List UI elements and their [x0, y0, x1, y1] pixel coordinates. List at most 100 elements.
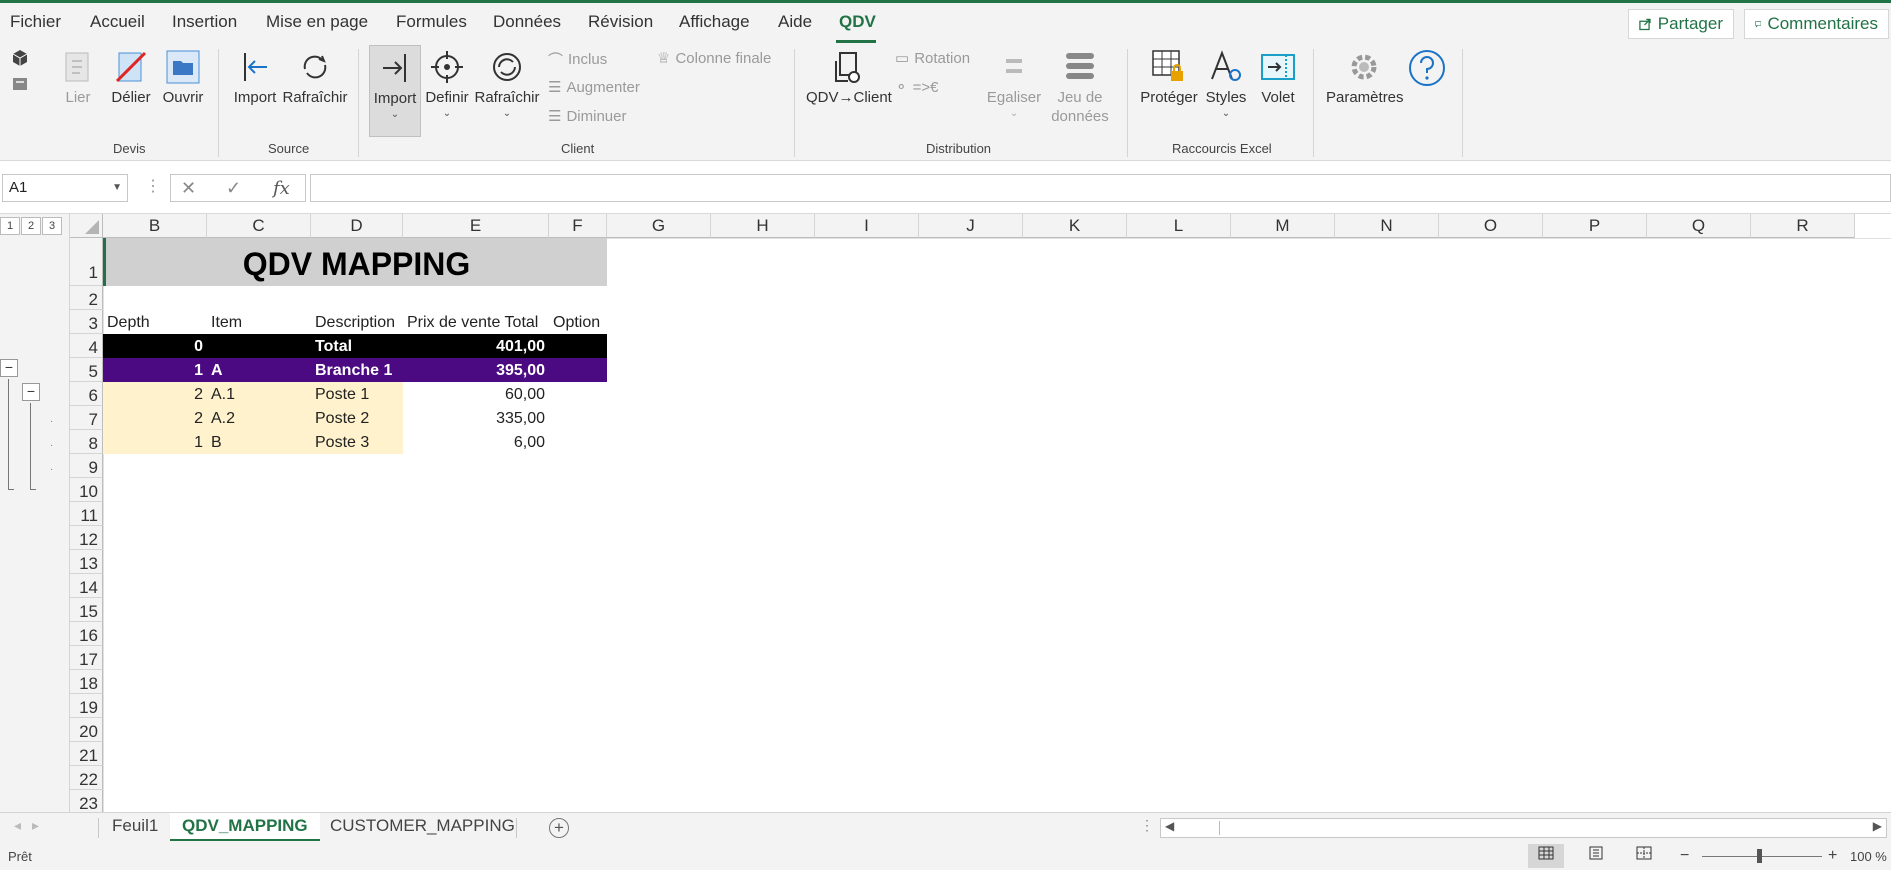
row-header[interactable]: 3	[70, 310, 103, 334]
menu-mise-en-page[interactable]: Mise en page	[266, 12, 368, 32]
menu-affichage[interactable]: Affichage	[679, 12, 750, 32]
formula-input[interactable]	[310, 174, 1891, 202]
column-header[interactable]: N	[1335, 214, 1439, 238]
cell-item[interactable]: A	[207, 358, 311, 382]
row-header[interactable]: 8	[70, 430, 103, 454]
row-header[interactable]: 19	[70, 694, 103, 718]
share-button[interactable]: Partager	[1628, 9, 1734, 39]
collapse-group-row6[interactable]: −	[22, 383, 40, 401]
row-header[interactable]: 17	[70, 646, 103, 670]
insert-function-icon[interactable]: fx	[273, 178, 290, 199]
row-header[interactable]: 11	[70, 502, 103, 526]
tab-qdv-mapping[interactable]: QDV_MAPPING	[170, 813, 320, 841]
lier-button[interactable]: Lier	[60, 49, 96, 106]
column-header[interactable]: E	[403, 214, 549, 238]
column-header[interactable]: Q	[1647, 214, 1751, 238]
row-header[interactable]: 2	[70, 286, 103, 310]
zoom-in-button[interactable]: +	[1828, 847, 1837, 865]
header-description[interactable]: Description	[311, 310, 403, 334]
outline-level-3[interactable]: 3	[42, 217, 62, 235]
menu-fichier[interactable]: Fichier	[10, 12, 61, 32]
cell-depth[interactable]: 2	[103, 382, 207, 406]
column-header[interactable]: D	[311, 214, 403, 238]
normal-view-button[interactable]	[1528, 844, 1564, 868]
column-header[interactable]: R	[1751, 214, 1855, 238]
cell-prix[interactable]: 335,00	[403, 406, 549, 430]
column-header[interactable]: F	[549, 214, 607, 238]
scroll-right-icon[interactable]: ▶	[1873, 819, 1882, 833]
cell-description[interactable]: Branche 1	[311, 358, 403, 382]
row-header[interactable]: 7	[70, 406, 103, 430]
definir-button[interactable]: Definir ⌄	[424, 49, 470, 119]
collapse-group-row5[interactable]: −	[0, 359, 18, 377]
cell-item[interactable]: B	[207, 430, 311, 454]
question-circle-icon[interactable]	[1408, 49, 1446, 87]
augmenter-button[interactable]: ☰ Augmenter	[548, 78, 640, 97]
add-sheet-button[interactable]: +	[549, 818, 569, 838]
comments-button[interactable]: Commentaires	[1744, 9, 1889, 39]
page-layout-button[interactable]	[1578, 844, 1614, 868]
diminuer-button[interactable]: ☰ Diminuer	[548, 107, 626, 126]
menu-donnees[interactable]: Données	[493, 12, 561, 32]
archive-icon[interactable]	[11, 75, 29, 93]
source-refresh-button[interactable]: Rafraîchir	[282, 49, 348, 106]
cell-item[interactable]: A.1	[207, 382, 311, 406]
row-header[interactable]: 12	[70, 526, 103, 550]
client-import-button[interactable]: Import ⌄	[369, 45, 421, 137]
column-header[interactable]: P	[1543, 214, 1647, 238]
outline-level-2[interactable]: 2	[21, 217, 41, 235]
row-header[interactable]: 6	[70, 382, 103, 406]
cell-prix[interactable]: 60,00	[403, 382, 549, 406]
proteger-button[interactable]: Protéger	[1138, 49, 1200, 106]
row-header[interactable]: 5	[70, 358, 103, 382]
cell-depth[interactable]: 0	[103, 334, 207, 358]
row-header[interactable]: 4	[70, 334, 103, 358]
cell-depth[interactable]: 1	[103, 358, 207, 382]
row-header[interactable]: 21	[70, 742, 103, 766]
inclus-button[interactable]: ⌒ Inclus	[548, 49, 607, 70]
row-header[interactable]: 16	[70, 622, 103, 646]
column-header[interactable]: I	[815, 214, 919, 238]
zoom-slider-knob[interactable]	[1757, 849, 1762, 863]
cell-description[interactable]: Poste 1	[311, 382, 403, 406]
menu-aide[interactable]: Aide	[778, 12, 812, 32]
page-break-button[interactable]	[1626, 844, 1662, 868]
sheet-title-cell[interactable]: QDV MAPPING	[103, 238, 607, 286]
row-header[interactable]: 13	[70, 550, 103, 574]
source-import-button[interactable]: Import	[230, 49, 280, 106]
row-header[interactable]: 9	[70, 454, 103, 478]
cell-item[interactable]: A.2	[207, 406, 311, 430]
zoom-slider[interactable]	[1702, 856, 1822, 857]
egaliser-button[interactable]: Egaliser ⌄	[984, 49, 1044, 119]
menu-accueil[interactable]: Accueil	[90, 12, 145, 32]
menu-qdv[interactable]: QDV	[839, 12, 876, 32]
parametres-button[interactable]: Paramètres	[1326, 49, 1404, 106]
cell-prix[interactable]: 401,00	[403, 334, 549, 358]
header-item[interactable]: Item	[207, 310, 311, 334]
column-header[interactable]: O	[1439, 214, 1543, 238]
cell-prix[interactable]: 395,00	[403, 358, 549, 382]
row-header[interactable]: 23	[70, 790, 103, 814]
tab-scroll-right-icon[interactable]: ▸	[32, 817, 39, 834]
tab-feuil1[interactable]: Feuil1	[100, 813, 170, 841]
drag-handle-icon[interactable]: ⋮	[1140, 817, 1154, 834]
jeu-de-donnees-button[interactable]: Jeu de données	[1050, 49, 1110, 125]
row-header[interactable]: 15	[70, 598, 103, 622]
select-all-corner[interactable]	[70, 214, 103, 238]
delier-button[interactable]: Délier	[110, 49, 152, 106]
styles-button[interactable]: Styles ⌄	[1204, 49, 1248, 119]
euro-button[interactable]: ⚬ =>€	[895, 78, 938, 97]
menu-revision[interactable]: Révision	[588, 12, 653, 32]
name-box[interactable]: A1 ▼	[2, 174, 128, 202]
menu-insertion[interactable]: Insertion	[172, 12, 237, 32]
check-icon[interactable]: ✓	[226, 178, 241, 199]
column-header[interactable]: J	[919, 214, 1023, 238]
row-header[interactable]: 22	[70, 766, 103, 790]
scrollbar-thumb[interactable]	[1219, 821, 1859, 835]
ouvrir-button[interactable]: Ouvrir	[162, 49, 204, 106]
cell-depth[interactable]: 1	[103, 430, 207, 454]
tab-customer-mapping[interactable]: CUSTOMER_MAPPING	[318, 813, 527, 841]
cell-description[interactable]: Total	[311, 334, 403, 358]
header-depth[interactable]: Depth	[103, 310, 207, 334]
cell-depth[interactable]: 2	[103, 406, 207, 430]
